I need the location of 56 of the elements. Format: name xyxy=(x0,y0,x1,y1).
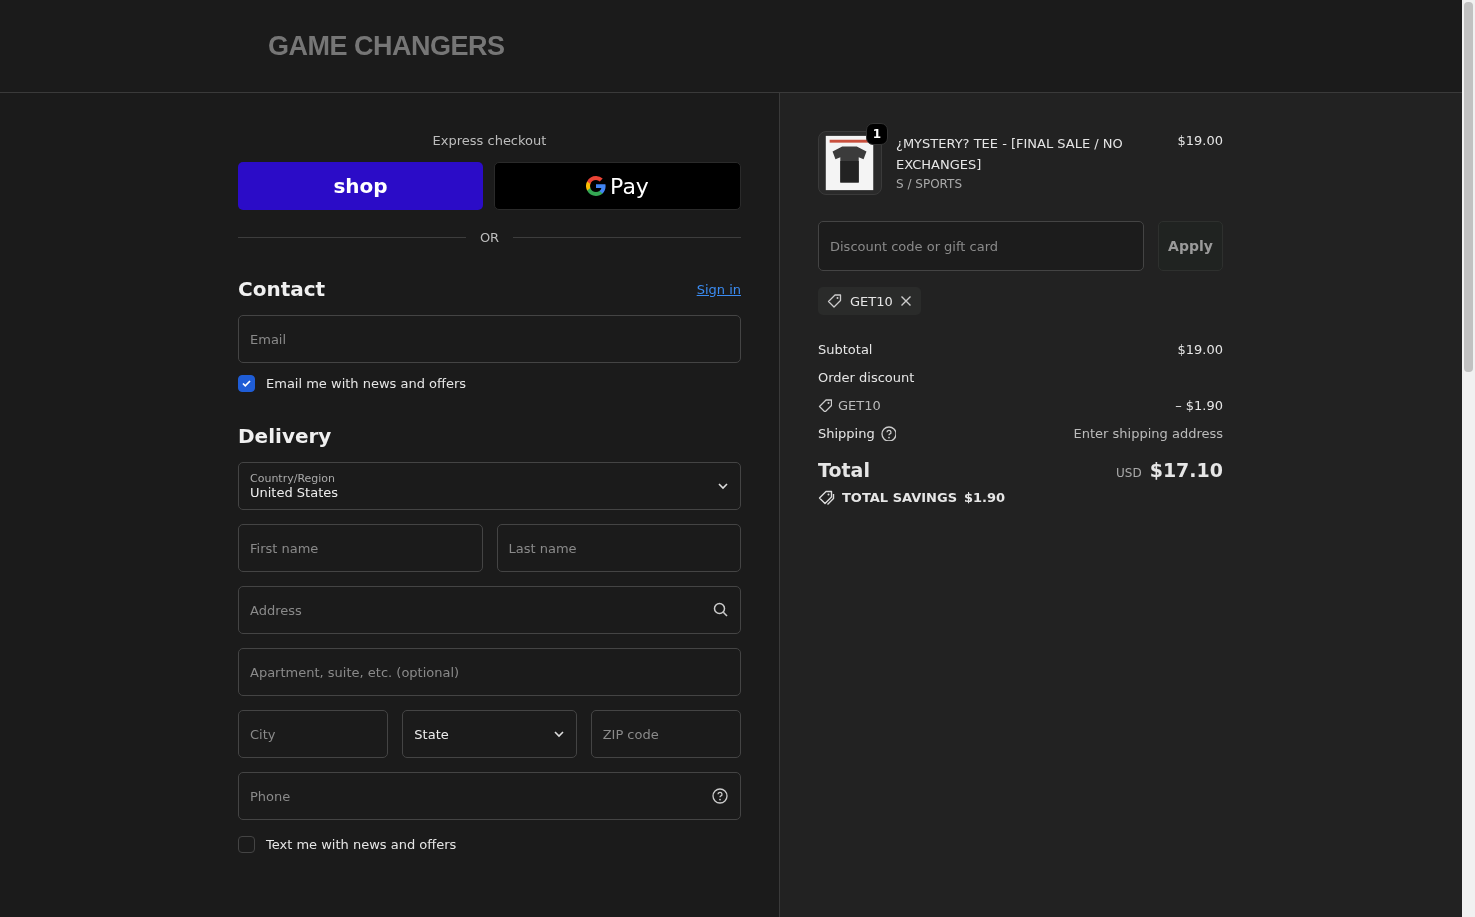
discount-code: GET10 xyxy=(850,293,893,309)
section-heading: Delivery xyxy=(238,424,332,448)
savings-value: $1.90 xyxy=(964,490,1006,505)
sign-in-link[interactable]: Sign in xyxy=(696,281,741,297)
input-field[interactable]: Discount code or gift card xyxy=(818,221,1144,271)
summary-label: Order discount xyxy=(818,369,915,385)
field-value: State xyxy=(414,726,450,742)
field-value: United States xyxy=(250,485,340,500)
google-g-icon xyxy=(586,176,607,196)
summary-label: Subtotal xyxy=(818,341,873,357)
product-price: $19.00 xyxy=(1177,132,1223,148)
tag-icon xyxy=(827,293,843,309)
help-icon xyxy=(712,788,728,804)
total-label: Total xyxy=(818,459,870,481)
checkbox-label: Email me with news and offers xyxy=(266,376,467,391)
input-field[interactable]: Phone xyxy=(238,772,741,820)
discount-code: GET10 xyxy=(838,397,881,413)
chevron-down-icon xyxy=(717,480,729,492)
summary-label: Shipping xyxy=(818,425,875,441)
tags-icon xyxy=(818,489,835,506)
currency-label: USD xyxy=(1116,466,1142,480)
google-pay-button[interactable]: Pay xyxy=(494,162,741,210)
section-label: Express checkout xyxy=(432,133,547,148)
help-icon xyxy=(880,425,896,441)
savings-label: TOTAL SAVINGS xyxy=(842,490,957,505)
summary-value: Enter shipping address xyxy=(1073,425,1223,441)
select-field[interactable]: State xyxy=(402,710,577,758)
checkbox[interactable] xyxy=(238,375,255,392)
store-logo[interactable]: GAME CHANGERS xyxy=(268,30,505,62)
scrollbar[interactable] xyxy=(1462,0,1475,917)
summary-value: $19.00 xyxy=(1177,341,1223,357)
quantity-badge: 1 xyxy=(866,123,888,145)
chevron-down-icon xyxy=(552,728,565,740)
input-field[interactable]: Email xyxy=(238,315,741,363)
section-heading: Contact xyxy=(238,277,326,301)
tag-icon xyxy=(818,398,832,412)
apply-button[interactable]: Apply xyxy=(1158,221,1223,271)
checkbox-label: Text me with news and offers xyxy=(266,837,457,852)
remove-button[interactable] xyxy=(899,295,912,307)
summary-value: – $1.90 xyxy=(1175,397,1223,413)
shop-pay-button[interactable]: shop xyxy=(238,162,483,210)
input-field[interactable]: Apartment, suite, etc. (optional) xyxy=(238,648,741,696)
input-field[interactable]: First name xyxy=(238,524,483,572)
divider-label: OR xyxy=(479,230,500,245)
input-field[interactable]: Address xyxy=(238,586,741,634)
input-field[interactable]: ZIP code xyxy=(590,710,741,758)
product-variant: S / SPORTS xyxy=(896,177,963,191)
select-field[interactable]: Country/Region United States xyxy=(238,462,741,510)
checkmark-icon xyxy=(241,378,252,389)
product-title: ¿MYSTERY? TEE - [FINAL SALE / NO EXCHANGES] xyxy=(896,135,1124,174)
input-field[interactable]: Last name xyxy=(496,524,741,572)
input-field[interactable]: City xyxy=(238,710,389,758)
total-value: $17.10 xyxy=(1149,459,1223,481)
field-label: Country/Region xyxy=(250,472,337,485)
checkbox[interactable] xyxy=(238,836,255,853)
search-icon xyxy=(713,602,728,617)
